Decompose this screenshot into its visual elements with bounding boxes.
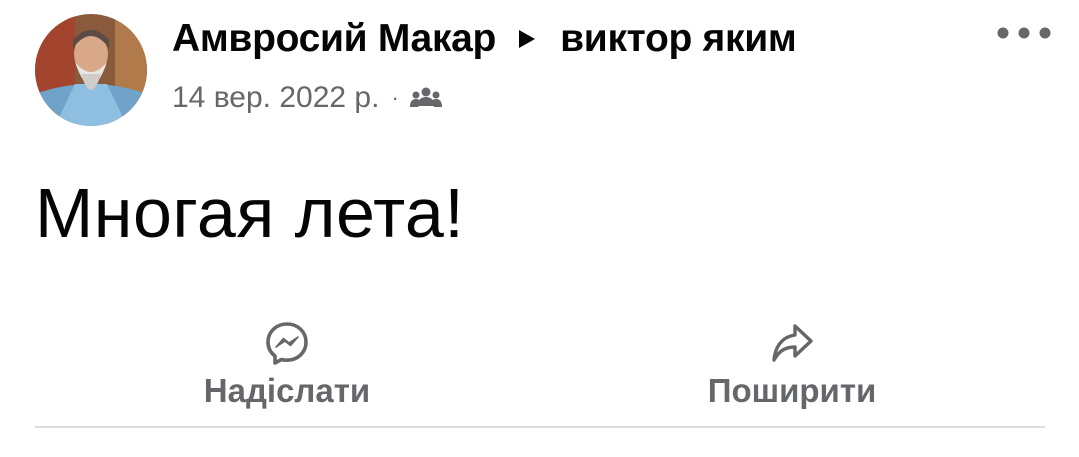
post-card: Амвросий Макар виктор яким 14 вер. 2022 … [0,0,1079,457]
caret-right-icon [519,30,536,48]
post-meta: 14 вер. 2022 р. · [172,76,443,120]
timestamp[interactable]: 14 вер. 2022 р. [172,81,379,115]
divider [35,426,1045,428]
send-button-label: Надіслати [203,372,371,409]
avatar-image [35,14,147,126]
more-options-icon[interactable] [995,22,1053,44]
post-header: Амвросий Макар виктор яким [172,14,797,64]
share-button-label: Поширити [707,372,877,409]
friends-icon[interactable] [409,86,443,110]
avatar[interactable] [35,14,147,126]
messenger-icon [266,322,308,365]
recipient-name[interactable]: виктор яким [560,17,797,61]
post-text: Многая лета! [35,174,465,252]
author-name[interactable]: Амвросий Макар [172,17,496,61]
meta-separator: · [391,85,399,110]
send-button[interactable]: Надіслати [137,320,437,410]
share-arrow-icon [772,324,813,362]
share-button[interactable]: Поширити [642,320,942,410]
